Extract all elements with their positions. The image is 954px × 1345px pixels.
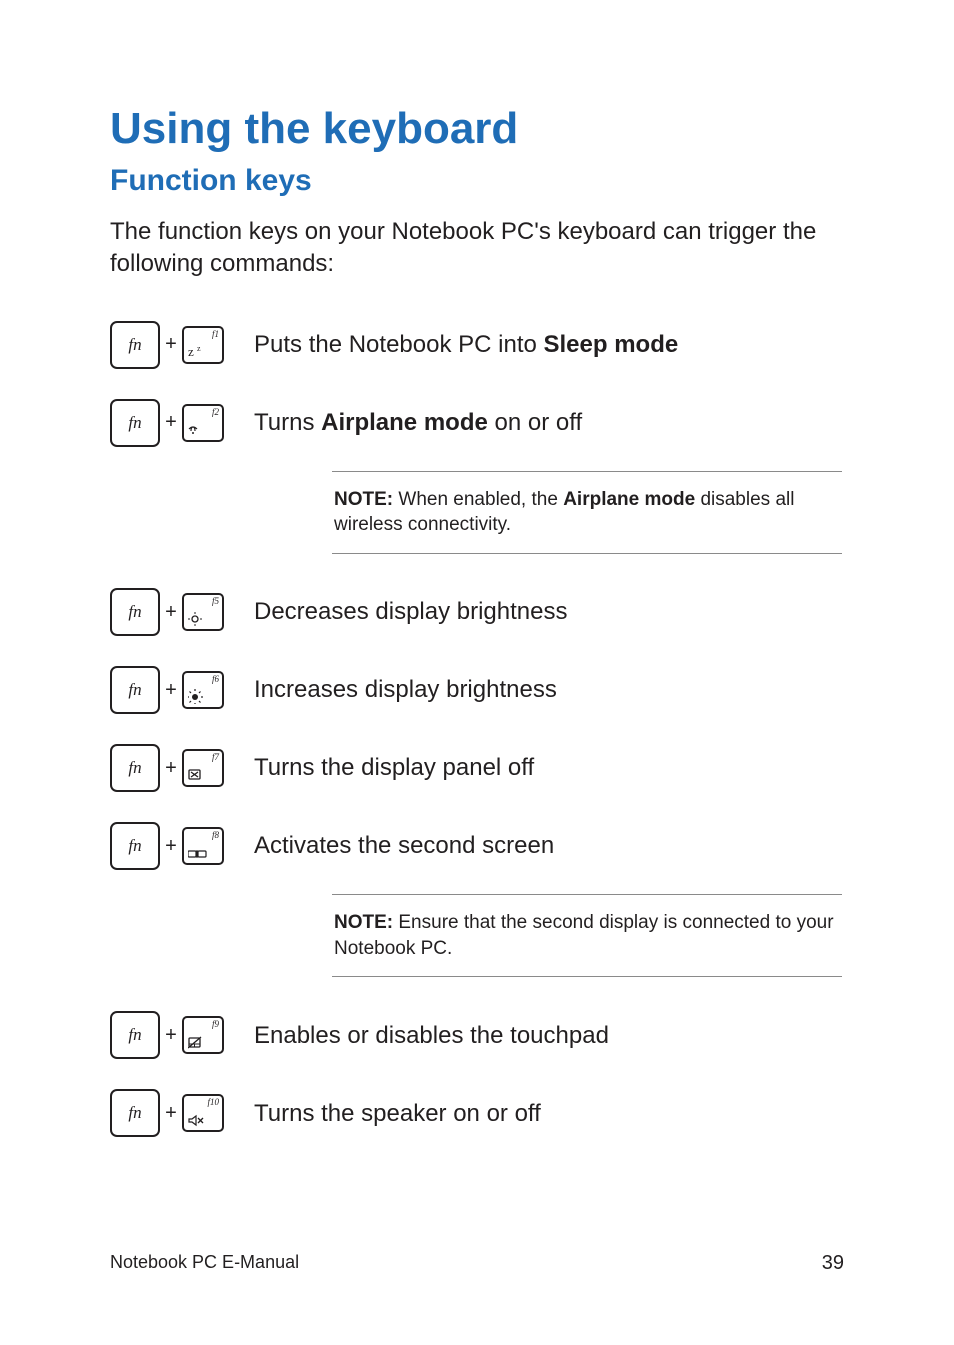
fn-key: fn xyxy=(110,1089,160,1137)
page-title: Using the keyboard xyxy=(110,104,844,154)
shortcut-description: Puts the Notebook PC into Sleep mode xyxy=(254,329,678,360)
plus-sign: + xyxy=(160,679,182,702)
divider xyxy=(332,553,842,554)
shortcut-description: Enables or disables the touchpad xyxy=(254,1020,609,1051)
display-off-icon xyxy=(188,764,210,782)
shortcut-description: Turns Airplane mode on or off xyxy=(254,407,582,438)
shortcut-description: Decreases display brightness xyxy=(254,596,568,627)
brightness-down-icon xyxy=(188,608,210,626)
brightness-up-icon xyxy=(188,686,210,704)
note-text: NOTE: Ensure that the second display is … xyxy=(332,895,842,976)
plus-sign: + xyxy=(160,835,182,858)
shortcut-row-f9: fn + f9 Enables or disables the touchpad xyxy=(110,1011,844,1059)
page-content: Using the keyboard Function keys The fun… xyxy=(110,104,844,1167)
fn-key: fn xyxy=(110,744,160,792)
airplane-icon xyxy=(188,419,210,437)
key-combo: fn + f2 xyxy=(110,399,254,447)
key-combo: fn + f6 xyxy=(110,666,254,714)
shortcut-description: Activates the second screen xyxy=(254,830,554,861)
shortcut-row-f8: fn + f8 Activates the second screen xyxy=(110,822,844,870)
speaker-mute-icon xyxy=(188,1109,210,1127)
fn-key: fn xyxy=(110,321,160,369)
shortcut-row-f2: fn + f2 Turns Airplane mode on or off xyxy=(110,399,844,447)
shortcut-row-f10: fn + f10 Turns the speaker on or off xyxy=(110,1089,844,1137)
svg-text:z: z xyxy=(188,344,194,359)
key-combo: fn + f5 xyxy=(110,588,254,636)
f-number-label: f6 xyxy=(212,674,219,684)
fn-key: fn xyxy=(110,588,160,636)
shortcut-description: Turns the speaker on or off xyxy=(254,1098,541,1129)
f-number-label: f2 xyxy=(212,407,219,417)
key-combo: fn + f7 xyxy=(110,744,254,792)
key-combo: fn + f8 xyxy=(110,822,254,870)
f8-key: f8 xyxy=(182,827,224,865)
footer-doc-title: Notebook PC E-Manual xyxy=(110,1252,299,1275)
note-airplane: NOTE: When enabled, the Airplane mode di… xyxy=(332,471,842,554)
plus-sign: + xyxy=(160,411,182,434)
f2-key: f2 xyxy=(182,404,224,442)
shortcut-row-f1: fn + f1 zz Puts the Notebook PC into Sle… xyxy=(110,321,844,369)
key-combo: fn + f10 xyxy=(110,1089,254,1137)
f7-key: f7 xyxy=(182,749,224,787)
note-text: NOTE: When enabled, the Airplane mode di… xyxy=(332,472,842,553)
fn-key: fn xyxy=(110,666,160,714)
touchpad-icon xyxy=(188,1031,210,1049)
f-number-label: f1 xyxy=(212,329,219,339)
key-combo: fn + f9 xyxy=(110,1011,254,1059)
shortcut-row-f6: fn + f6 Increases display brightness xyxy=(110,666,844,714)
second-screen-icon xyxy=(188,842,210,860)
fn-key: fn xyxy=(110,399,160,447)
f-number-label: f9 xyxy=(212,1019,219,1029)
fn-key: fn xyxy=(110,822,160,870)
page-footer: Notebook PC E-Manual 39 xyxy=(110,1252,844,1275)
footer-page-number: 39 xyxy=(822,1252,844,1275)
plus-sign: + xyxy=(160,757,182,780)
fn-key: fn xyxy=(110,1011,160,1059)
sleep-icon: zz xyxy=(188,341,210,359)
f-number-label: f7 xyxy=(212,752,219,762)
f10-key: f10 xyxy=(182,1094,224,1132)
f6-key: f6 xyxy=(182,671,224,709)
shortcut-row-f5: fn + f5 Decreases display brightness xyxy=(110,588,844,636)
plus-sign: + xyxy=(160,601,182,624)
plus-sign: + xyxy=(160,1102,182,1125)
shortcut-description: Increases display brightness xyxy=(254,674,557,705)
f1-key: f1 zz xyxy=(182,326,224,364)
key-combo: fn + f1 zz xyxy=(110,321,254,369)
f-number-label: f5 xyxy=(212,596,219,606)
f5-key: f5 xyxy=(182,593,224,631)
shortcut-description: Turns the display panel off xyxy=(254,752,534,783)
plus-sign: + xyxy=(160,333,182,356)
note-second-display: NOTE: Ensure that the second display is … xyxy=(332,894,842,977)
intro-paragraph: The function keys on your Notebook PC's … xyxy=(110,216,844,281)
plus-sign: + xyxy=(160,1024,182,1047)
svg-text:z: z xyxy=(197,344,201,353)
f9-key: f9 xyxy=(182,1016,224,1054)
f-number-label: f8 xyxy=(212,830,219,840)
f-number-label: f10 xyxy=(207,1097,219,1107)
shortcut-row-f7: fn + f7 Turns the display panel off xyxy=(110,744,844,792)
divider xyxy=(332,976,842,977)
section-heading: Function keys xyxy=(110,164,844,198)
